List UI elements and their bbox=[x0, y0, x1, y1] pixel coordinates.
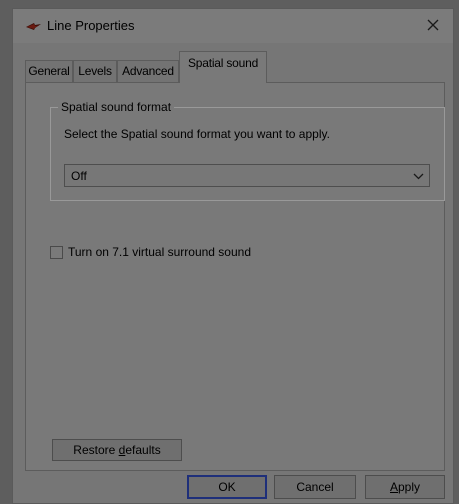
tab-spatial-sound[interactable]: Spatial sound bbox=[179, 51, 267, 83]
ok-button[interactable]: OK bbox=[187, 475, 267, 499]
apply-button[interactable]: Apply bbox=[365, 475, 445, 499]
cancel-button[interactable]: Cancel bbox=[274, 475, 356, 499]
tab-advanced[interactable]: Advanced bbox=[117, 60, 179, 82]
chevron-down-icon bbox=[413, 173, 424, 180]
restore-label-suffix: efaults bbox=[125, 443, 161, 457]
speaker-line-icon bbox=[25, 19, 42, 33]
restore-defaults-button[interactable]: Restore defaults bbox=[52, 439, 182, 461]
close-icon bbox=[427, 19, 439, 31]
virtual-surround-label: Turn on 7.1 virtual surround sound bbox=[68, 245, 251, 259]
selected-format: Off bbox=[71, 169, 87, 183]
tab-levels[interactable]: Levels bbox=[73, 60, 117, 82]
spatial-sound-format-group: Spatial sound format Select the Spatial … bbox=[50, 99, 445, 201]
group-title: Spatial sound format bbox=[58, 99, 175, 115]
spatial-sound-format-dropdown[interactable]: Off bbox=[64, 164, 430, 187]
spatial-sound-panel: Spatial sound format Select the Spatial … bbox=[25, 82, 445, 471]
close-button[interactable] bbox=[413, 9, 453, 41]
title-bar: Line Properties bbox=[13, 9, 453, 43]
window-title: Line Properties bbox=[47, 18, 135, 33]
restore-label-prefix: Restore bbox=[73, 443, 119, 457]
format-instruction: Select the Spatial sound format you want… bbox=[64, 127, 330, 141]
virtual-surround-checkbox[interactable] bbox=[50, 246, 63, 259]
tab-general[interactable]: General bbox=[25, 60, 73, 82]
apply-label-suffix: pply bbox=[398, 480, 421, 494]
line-properties-dialog: Line Properties General Levels Advanced … bbox=[12, 8, 454, 504]
apply-access-key: A bbox=[389, 480, 398, 494]
